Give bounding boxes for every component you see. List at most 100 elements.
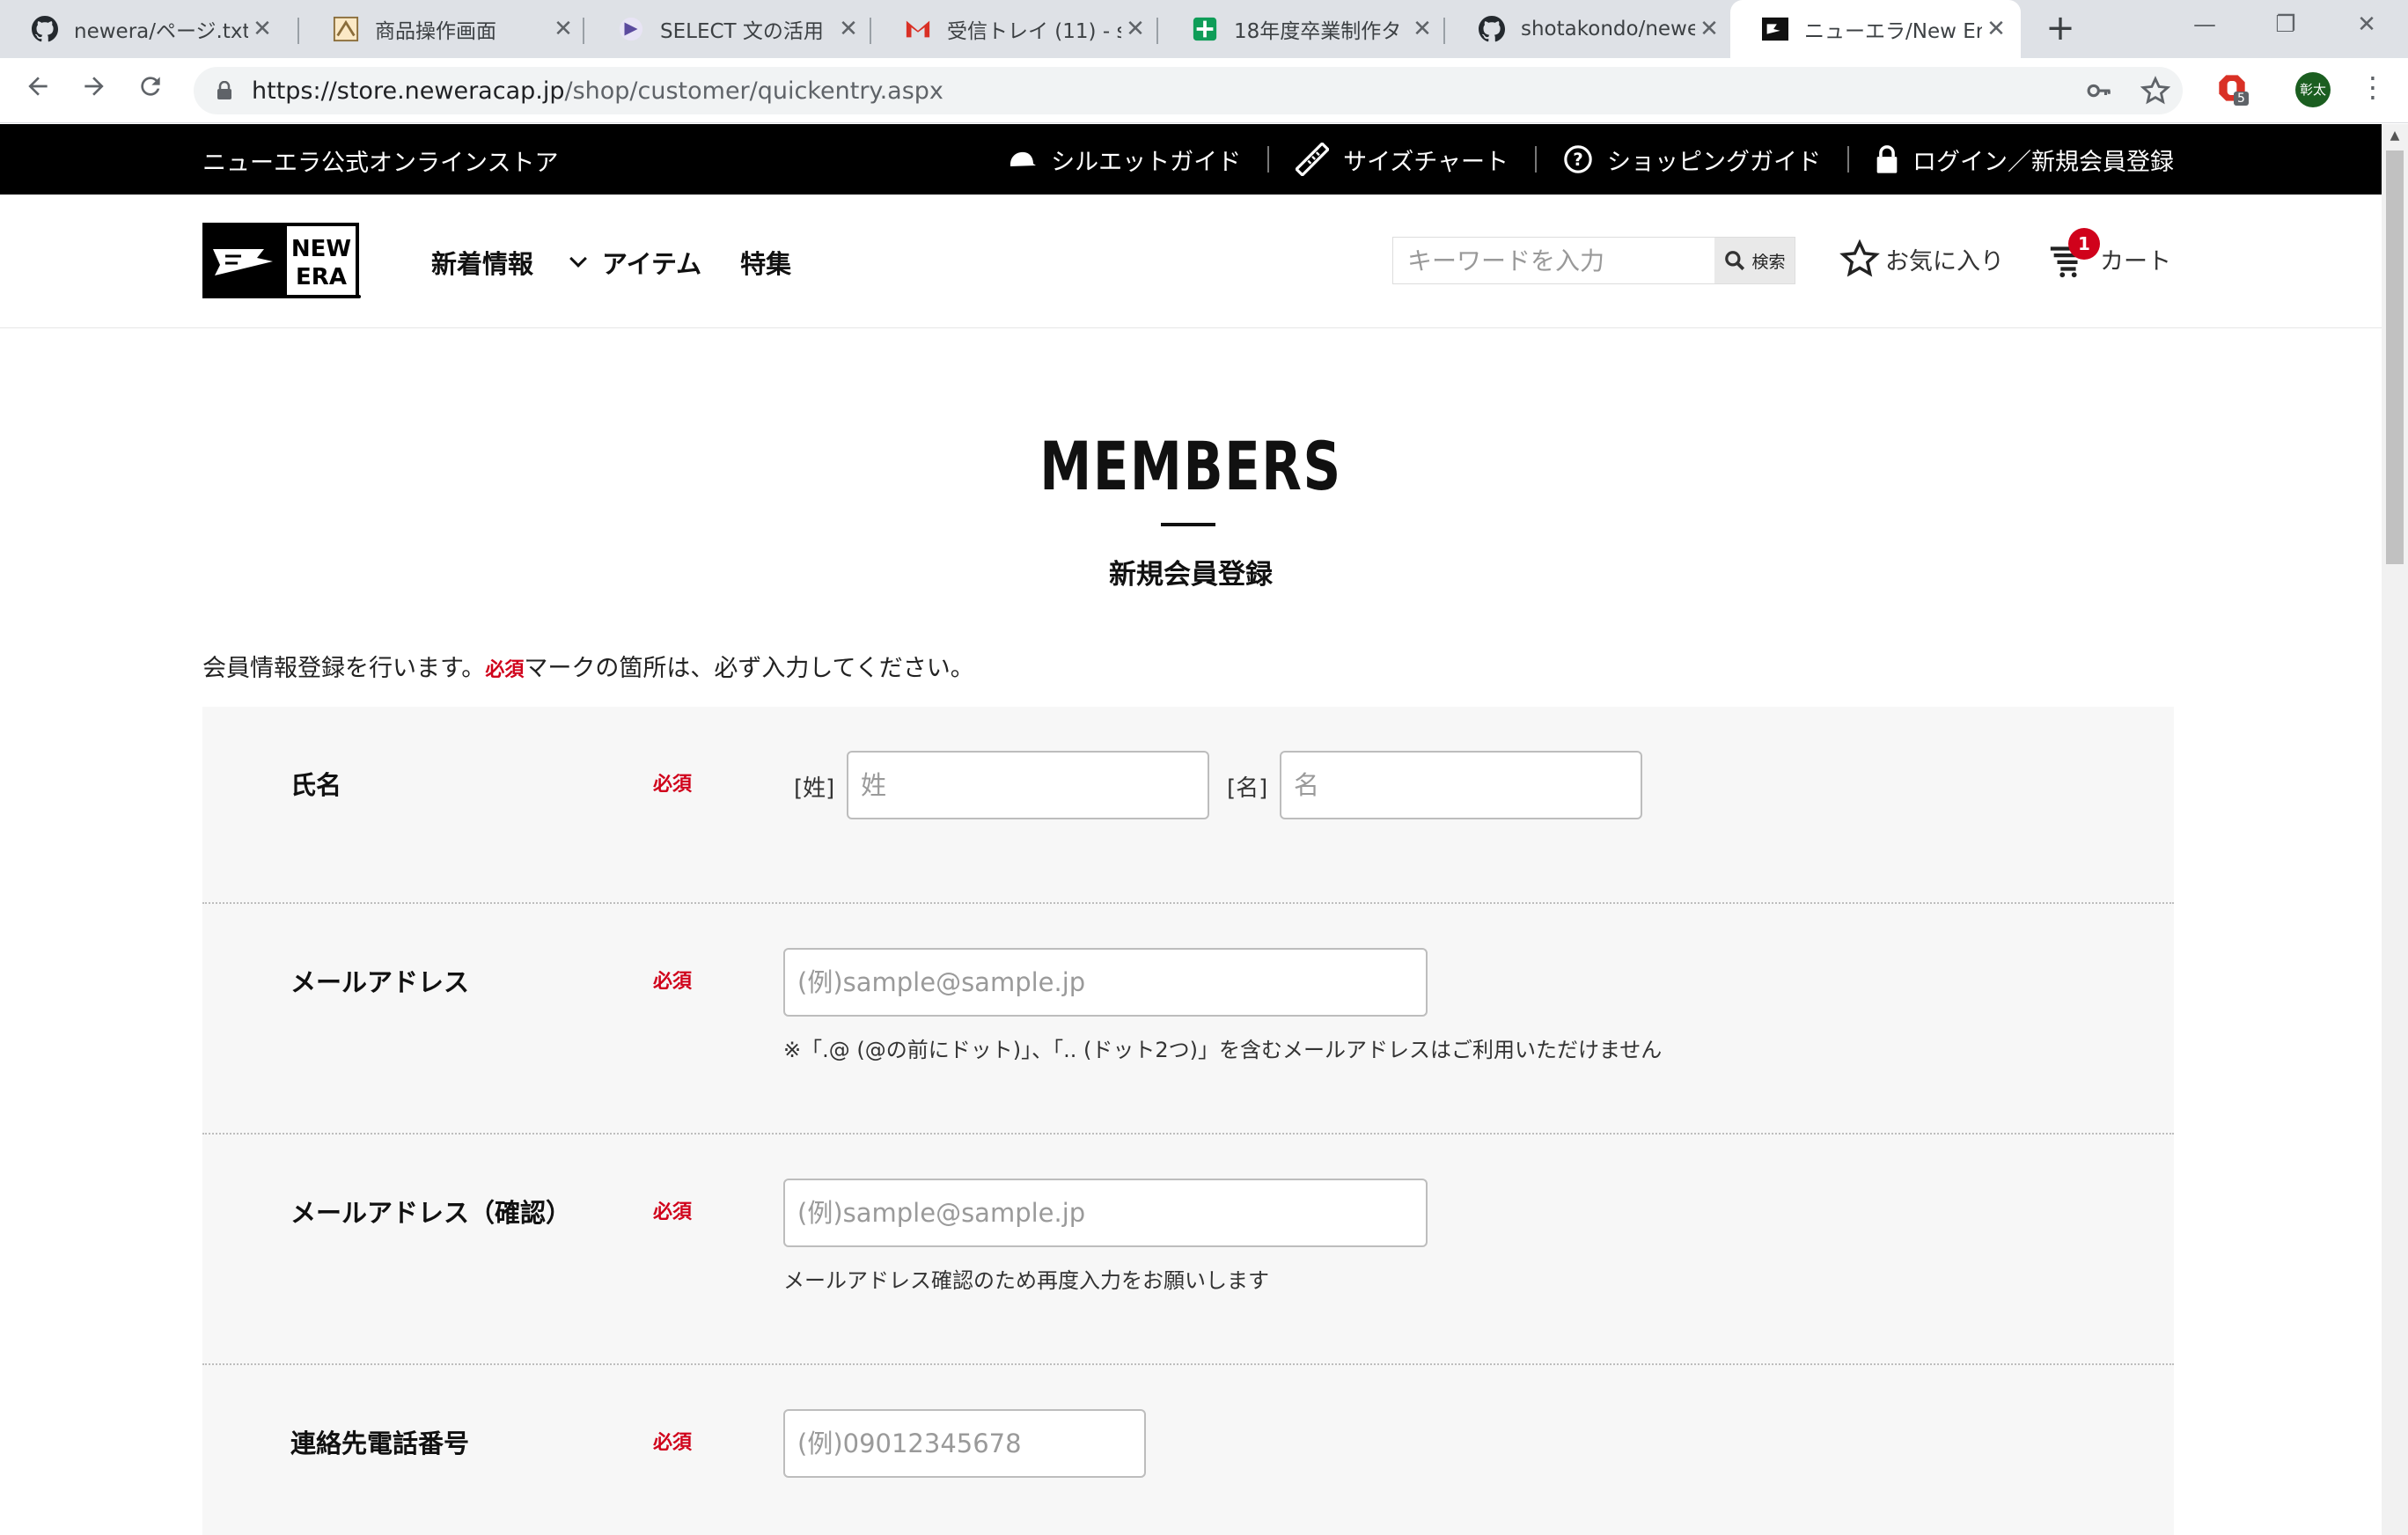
arrow-left-icon (28, 77, 48, 96)
size-chart-link[interactable]: サイズチャート (1296, 143, 1509, 177)
email-field (783, 948, 1428, 1017)
cart-count-badge: 1 (2068, 228, 2100, 260)
divider (1267, 146, 1270, 173)
favorites-link[interactable]: お気に入り (1839, 239, 2004, 279)
logo-text-era: ERA (296, 264, 347, 290)
page-icon (333, 16, 359, 42)
svg-text:?: ? (1573, 150, 1583, 170)
search-box: 検索 (1392, 237, 1795, 284)
cap-icon (1010, 151, 1037, 166)
close-icon[interactable]: ✕ (1982, 16, 2010, 42)
required-badge: 必須 (653, 1201, 693, 1223)
silhouette-guide-link[interactable]: シルエットガイド (1007, 143, 1241, 177)
forward-button[interactable] (74, 70, 114, 111)
tab-label: SELECT 文の活用（ (660, 20, 834, 43)
email-input[interactable] (785, 950, 1426, 1015)
url-host: https://store.neweracap.jp (252, 77, 565, 105)
search-button-label: 検索 (1751, 252, 1786, 272)
form-row-email: メールアドレス 必須 ※「.@ (@の前にドット)」、「.. (ドット2つ)」を… (202, 904, 2174, 1135)
store-name[interactable]: ニューエラ公式オンラインストア (202, 143, 558, 178)
search-button[interactable]: 検索 (1714, 238, 1795, 283)
form-row-email-confirm: メールアドレス（確認） 必須 メールアドレス確認のため再度入力をお願いします (202, 1135, 2174, 1365)
close-icon[interactable]: ✕ (549, 16, 577, 42)
page-viewport: ニューエラ公式オンラインストア シルエットガイド サイズチャート ? ショッピン… (0, 124, 2382, 1535)
divider (1535, 146, 1537, 173)
minimize-button[interactable]: — (2165, 0, 2244, 49)
name-label: 氏名 (290, 770, 342, 800)
email-confirm-label: メールアドレス（確認） (290, 1198, 572, 1228)
extension-icon[interactable]: 5 (2218, 74, 2250, 106)
url-text: https://store.neweracap.jp/shop/customer… (252, 77, 943, 105)
restore-button[interactable]: ❐ (2246, 0, 2325, 49)
utility-bar: ニューエラ公式オンラインストア シルエットガイド サイズチャート ? ショッピン… (0, 124, 2382, 195)
page-icon (619, 17, 643, 41)
browser-tab-active[interactable]: ニューエラ/New Era公 ✕ (1730, 0, 2021, 58)
gmail-icon (906, 20, 930, 38)
first-name-bracket: [名] (1227, 775, 1268, 802)
tab-divider (870, 18, 871, 44)
shopping-guide-link[interactable]: ? ショッピングガイド (1563, 143, 1821, 177)
tab-label: 商品操作画面 (375, 20, 496, 43)
browser-tab[interactable]: 商品操作画面 ✕ (301, 0, 588, 58)
star-icon (1839, 239, 1880, 277)
form-row-name: 氏名 必須 [姓] [名] (202, 707, 2174, 904)
browser-menu-icon[interactable]: ⋮ (2359, 70, 2387, 104)
email-confirm-field (783, 1179, 1428, 1247)
intro-text-after: マークの箇所は、必ず入力してください。 (524, 655, 974, 682)
question-circle-icon: ? (1564, 145, 1592, 173)
chevron-down-icon (569, 250, 587, 268)
address-bar[interactable]: https://store.neweracap.jp/shop/customer… (194, 67, 2183, 114)
tab-divider (1156, 18, 1158, 44)
sheets-icon (1193, 17, 1217, 41)
arrow-right-icon (84, 77, 104, 96)
email-note: ※「.@ (@の前にドット)」、「.. (ドット2つ)」を含むメールアドレスはご… (783, 1038, 1663, 1062)
page-subtitle: 新規会員登録 (1109, 559, 1273, 591)
last-name-input[interactable] (848, 753, 1208, 818)
logo-text-new: NEW (291, 236, 351, 262)
close-icon[interactable]: ✕ (834, 16, 863, 42)
close-icon[interactable]: ✕ (1408, 16, 1436, 42)
page-scrollbar[interactable]: ▲ (2382, 124, 2408, 1535)
nav-new-arrivals[interactable]: 新着情報 (431, 244, 533, 281)
browser-tab[interactable]: SELECT 文の活用（ ✕ (586, 0, 873, 58)
key-icon[interactable] (2084, 77, 2114, 104)
close-icon[interactable]: ✕ (1121, 16, 1149, 42)
browser-tab-strip: newera/ページ.txt at ✕ 商品操作画面 ✕ SELECT 文の活用… (0, 0, 2408, 58)
profile-avatar[interactable]: 彰太 (2295, 72, 2331, 107)
email-confirm-input[interactable] (785, 1180, 1426, 1245)
page-title: MEMBERS (1039, 427, 1342, 505)
cart-label: カート (2100, 247, 2171, 275)
required-badge: 必須 (653, 1432, 693, 1454)
email-confirm-note: メールアドレス確認のため再度入力をお願いします (783, 1268, 1269, 1293)
browser-tab[interactable]: 受信トレイ (11) - sk ✕ (873, 0, 1160, 58)
reload-button[interactable] (130, 70, 171, 111)
browser-tab[interactable]: shotakondo/newe ✕ (1447, 0, 1734, 58)
browser-tab[interactable]: 18年度卒業制作タ ✕ (1160, 0, 1447, 58)
close-icon[interactable]: ✕ (1695, 16, 1723, 42)
new-tab-button[interactable]: + (2040, 9, 2081, 49)
nav-features[interactable]: 特集 (740, 244, 791, 281)
browser-tab[interactable]: newera/ページ.txt at ✕ (0, 0, 287, 58)
window-close-button[interactable]: ✕ (2327, 0, 2406, 49)
required-badge: 必須 (653, 971, 693, 993)
search-icon (1725, 251, 1745, 271)
first-name-input[interactable] (1281, 753, 1641, 818)
phone-input[interactable] (785, 1411, 1144, 1476)
nav-items-label: アイテム (602, 249, 702, 279)
back-button[interactable] (18, 70, 58, 111)
new-era-logo[interactable]: NEW ERA (202, 223, 363, 300)
shopping-guide-label: ショッピングガイド (1607, 148, 1821, 176)
tab-divider (1443, 18, 1445, 44)
scrollbar-thumb[interactable] (2386, 151, 2404, 564)
url-path: /shop/customer/quickentry.aspx (564, 77, 943, 105)
login-register-link[interactable]: ログイン／新規会員登録 (1876, 143, 2174, 177)
tab-label: shotakondo/newe (1521, 18, 1695, 40)
last-name-field (847, 751, 1209, 819)
star-bookmark-icon[interactable] (2140, 76, 2170, 106)
close-icon[interactable]: ✕ (248, 16, 276, 42)
divider (1847, 146, 1849, 173)
search-input[interactable] (1393, 238, 1714, 283)
cart-link[interactable]: 1 カート (2047, 228, 2171, 279)
scroll-up-arrow[interactable]: ▲ (2382, 124, 2408, 147)
nav-items-dropdown[interactable]: アイテム (569, 244, 702, 281)
